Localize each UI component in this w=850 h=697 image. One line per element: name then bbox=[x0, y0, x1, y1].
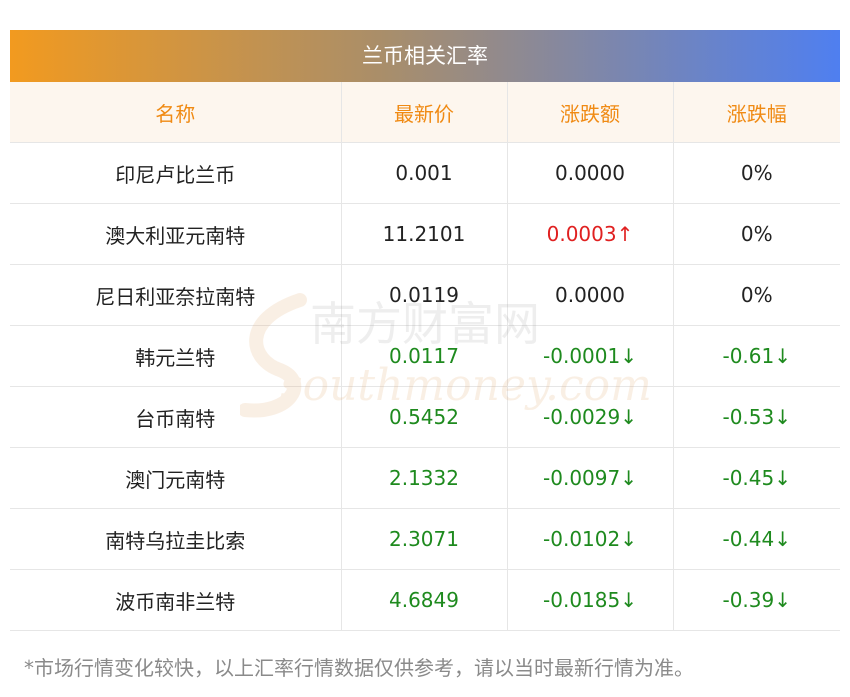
table-row: 印尼卢比兰币 0.001 0.0000 0% bbox=[10, 142, 840, 204]
cell-pct: -0.44↓ bbox=[673, 508, 840, 570]
cell-name: 韩元兰特 bbox=[10, 325, 342, 387]
cell-name: 印尼卢比兰币 bbox=[10, 142, 342, 204]
cell-pct: -0.39↓ bbox=[673, 569, 840, 631]
cell-name: 南特乌拉圭比索 bbox=[10, 508, 342, 570]
col-header-price: 最新价 bbox=[341, 82, 508, 143]
cell-price: 11.2101 bbox=[341, 203, 508, 265]
cell-price: 0.001 bbox=[341, 142, 508, 204]
cell-change: -0.0029↓ bbox=[507, 386, 674, 448]
cell-price: 0.0119 bbox=[341, 264, 508, 326]
cell-change: -0.0102↓ bbox=[507, 508, 674, 570]
col-header-pct: 涨跌幅 bbox=[673, 82, 840, 143]
cell-name: 波币南非兰特 bbox=[10, 569, 342, 631]
col-header-change: 涨跌额 bbox=[507, 82, 674, 143]
cell-price: 0.5452 bbox=[341, 386, 508, 448]
cell-name: 澳大利亚元南特 bbox=[10, 203, 342, 265]
cell-change: 0.0000 bbox=[507, 264, 674, 326]
cell-change: -0.0097↓ bbox=[507, 447, 674, 509]
table-row: 澳大利亚元南特 11.2101 0.0003↑ 0% bbox=[10, 203, 840, 265]
table-row: 波币南非兰特 4.6849 -0.0185↓ -0.39↓ bbox=[10, 569, 840, 631]
rates-table: 名称 最新价 涨跌额 涨跌幅 印尼卢比兰币 0.001 0.0000 0% 澳大利亚元南… bbox=[10, 82, 840, 631]
rates-body: 印尼卢比兰币 0.001 0.0000 0% 澳大利亚元南特 11.2101 0.0003↑… bbox=[10, 142, 840, 631]
footnote: *市场行情变化较快，以上汇率行情数据仅供参考，请以当时最新行情为准。 bbox=[24, 656, 694, 680]
header-row: 名称 最新价 涨跌额 涨跌幅 bbox=[10, 82, 840, 143]
cell-change: -0.0185↓ bbox=[507, 569, 674, 631]
cell-name: 尼日利亚奈拉南特 bbox=[10, 264, 342, 326]
cell-price: 2.1332 bbox=[341, 447, 508, 509]
cell-price: 4.6849 bbox=[341, 569, 508, 631]
cell-pct: -0.61↓ bbox=[673, 325, 840, 387]
cell-price: 0.0117 bbox=[341, 325, 508, 387]
table-row: 南特乌拉圭比索 2.3071 -0.0102↓ -0.44↓ bbox=[10, 508, 840, 570]
cell-change: 0.0003↑ bbox=[507, 203, 674, 265]
cell-name: 澳门元南特 bbox=[10, 447, 342, 509]
table-row: 澳门元南特 2.1332 -0.0097↓ -0.45↓ bbox=[10, 447, 840, 509]
cell-pct: 0% bbox=[673, 142, 840, 204]
table-title: 兰币相关汇率 bbox=[10, 30, 840, 82]
cell-change: -0.0001↓ bbox=[507, 325, 674, 387]
cell-pct: 0% bbox=[673, 203, 840, 265]
table-row: 台币南特 0.5452 -0.0029↓ -0.53↓ bbox=[10, 386, 840, 448]
cell-pct: -0.53↓ bbox=[673, 386, 840, 448]
cell-pct: 0% bbox=[673, 264, 840, 326]
cell-name: 台币南特 bbox=[10, 386, 342, 448]
col-header-name: 名称 bbox=[10, 82, 342, 143]
table-row: 韩元兰特 0.0117 -0.0001↓ -0.61↓ bbox=[10, 325, 840, 387]
table-row: 尼日利亚奈拉南特 0.0119 0.0000 0% bbox=[10, 264, 840, 326]
cell-pct: -0.45↓ bbox=[673, 447, 840, 509]
cell-price: 2.3071 bbox=[341, 508, 508, 570]
cell-change: 0.0000 bbox=[507, 142, 674, 204]
rates-card: 兰币相关汇率 名称 最新价 涨跌额 涨跌幅 印尼卢比兰币 0.001 0.0000 0… bbox=[10, 30, 840, 631]
